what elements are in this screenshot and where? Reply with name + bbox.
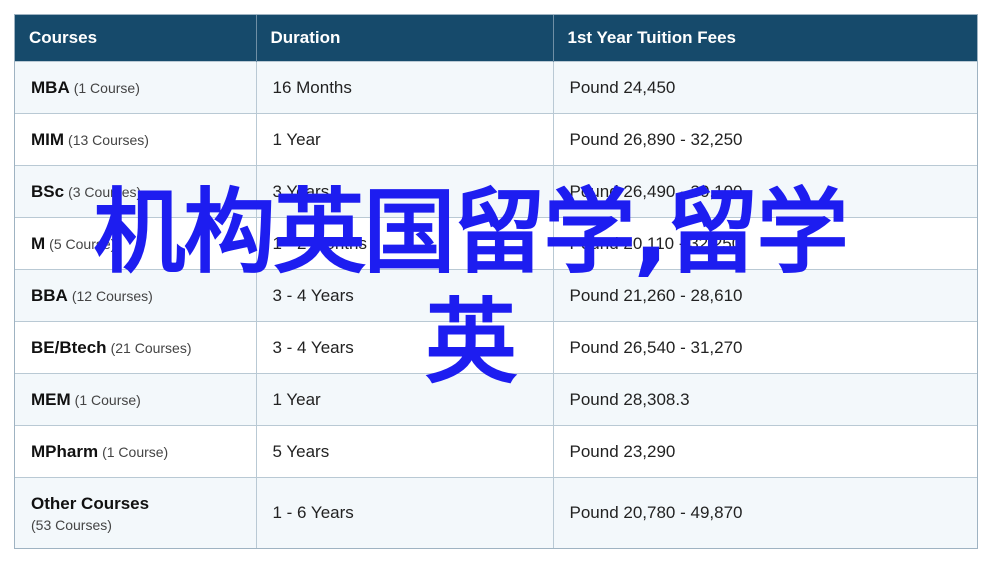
course-name[interactable]: MBA [31, 78, 70, 97]
fees-cell: Pound 24,450 [553, 61, 977, 114]
fees-cell: Pound 20,110 - 32,250 [553, 217, 977, 270]
course-count: (1 Course) [73, 79, 140, 96]
course-cell: MPharm (1 Course) [15, 425, 257, 478]
table-row: Other Courses (53 Courses) 1 - 6 Years Po… [15, 477, 977, 548]
duration-cell: 3 - 4 Years [256, 269, 554, 322]
fees-cell: Pound 26,890 - 32,250 [553, 113, 977, 166]
table-row: MPharm (1 Course) 5 Years Pound 23,290 [15, 425, 977, 478]
course-count: (21 Courses) [110, 339, 192, 356]
courses-table-container: Courses Duration 1st Year Tuition Fees M… [14, 14, 978, 549]
course-count: (53 Courses) [31, 516, 112, 533]
course-name[interactable]: MEM [31, 390, 71, 409]
table-row: BE/Btech (21 Courses) 3 - 4 Years Pound 2… [15, 321, 977, 374]
duration-cell: 1 Year [256, 373, 554, 426]
course-cell: MBA (1 Course) [15, 61, 257, 114]
course-name[interactable]: BBA [31, 286, 68, 305]
table-row: BBA (12 Courses) 3 - 4 Years Pound 21,260… [15, 269, 977, 322]
courses-table: Courses Duration 1st Year Tuition Fees M… [15, 15, 977, 548]
duration-cell: 1 - 6 Years [256, 477, 554, 548]
course-count: (12 Courses) [71, 287, 153, 304]
course-cell: MEM (1 Course) [15, 373, 257, 426]
course-name[interactable]: BE/Btech [31, 338, 107, 357]
course-cell: Other Courses (53 Courses) [15, 477, 257, 548]
course-count: (5 Course) [49, 235, 116, 252]
duration-cell: 16 Months [256, 61, 554, 114]
course-name[interactable]: MPharm [31, 442, 98, 461]
duration-cell: 3 - 4 Years [256, 321, 554, 374]
fees-cell: Pound 23,290 [553, 425, 977, 478]
course-count: (1 Course) [74, 391, 141, 408]
course-cell: BE/Btech (21 Courses) [15, 321, 257, 374]
course-name[interactable]: M [31, 234, 45, 253]
course-count: (1 Course) [102, 443, 169, 460]
course-name[interactable]: MIM [31, 130, 64, 149]
course-cell: BSc (3 Courses) [15, 165, 257, 218]
table-row: M (5 Course) 1 - 2 Months Pound 20,110 - … [15, 217, 977, 270]
fees-cell: Pound 28,308.3 [553, 373, 977, 426]
table-row: MBA (1 Course) 16 Months Pound 24,450 [15, 61, 977, 114]
fees-cell: Pound 26,490 - 30,100 [553, 165, 977, 218]
course-cell: MIM (13 Courses) [15, 113, 257, 166]
duration-cell: 1 Year [256, 113, 554, 166]
duration-cell: 3 Years [256, 165, 554, 218]
table-header-row: Courses Duration 1st Year Tuition Fees [15, 15, 977, 62]
course-cell: BBA (12 Courses) [15, 269, 257, 322]
course-name[interactable]: BSc [31, 182, 64, 201]
header-courses: Courses [15, 15, 257, 62]
duration-cell: 1 - 2 Months [256, 217, 554, 270]
course-count: (13 Courses) [68, 131, 149, 148]
course-name[interactable]: Other Courses [31, 494, 149, 513]
course-cell: M (5 Course) [15, 217, 257, 270]
header-tuition-fees: 1st Year Tuition Fees [553, 15, 977, 62]
header-duration: Duration [256, 15, 554, 62]
fees-cell: Pound 21,260 - 28,610 [553, 269, 977, 322]
course-count: (3 Courses) [68, 183, 142, 200]
fees-cell: Pound 26,540 - 31,270 [553, 321, 977, 374]
duration-cell: 5 Years [256, 425, 554, 478]
table-row: MEM (1 Course) 1 Year Pound 28,308.3 [15, 373, 977, 426]
table-row: MIM (13 Courses) 1 Year Pound 26,890 - 32… [15, 113, 977, 166]
fees-cell: Pound 20,780 - 49,870 [553, 477, 977, 548]
table-row: BSc (3 Courses) 3 Years Pound 26,490 - 30… [15, 165, 977, 218]
